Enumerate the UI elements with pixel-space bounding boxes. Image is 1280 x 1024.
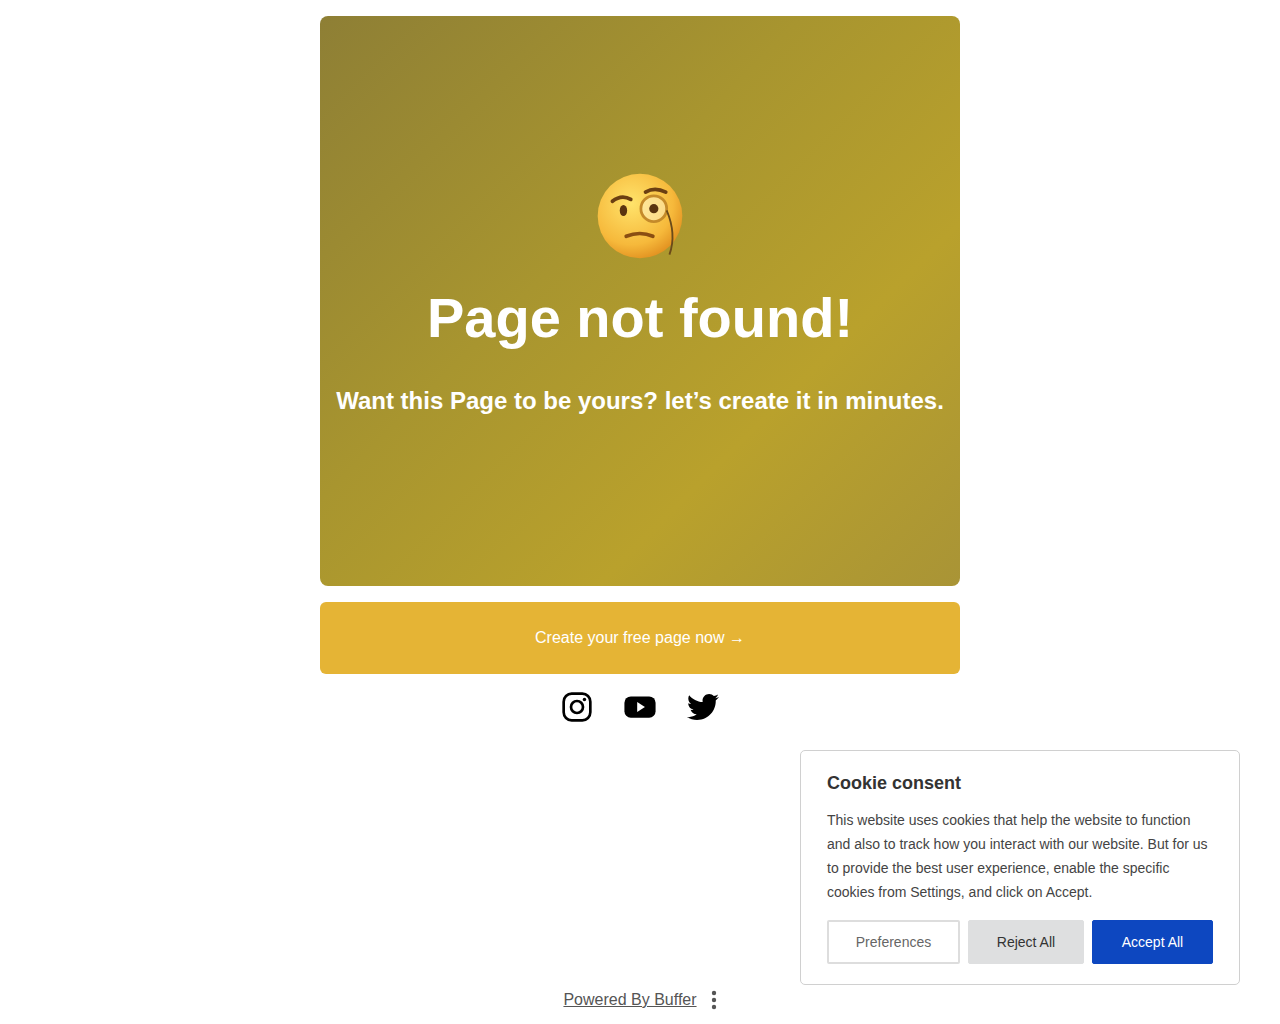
- content-column: Page not found! Want this Page to be you…: [320, 16, 960, 724]
- hero-card: Page not found! Want this Page to be you…: [320, 16, 960, 586]
- twitter-icon[interactable]: [687, 691, 719, 723]
- hero-subtitle: Want this Page to be yours? let’s create…: [336, 385, 944, 416]
- cookie-button[interactable]: Accept All: [1092, 920, 1213, 964]
- cookie-title: Cookie consent: [827, 773, 1213, 794]
- hero-title: Page not found!: [427, 284, 853, 351]
- create-page-button[interactable]: Create your free page now →: [320, 602, 960, 674]
- footer: Powered By Buffer: [563, 990, 716, 1010]
- cookie-dialog: Cookie consent This website uses cookies…: [800, 750, 1240, 985]
- instagram-icon[interactable]: [561, 691, 593, 723]
- cookie-button[interactable]: Preferences: [827, 920, 960, 964]
- cookie-buttons: PreferencesReject AllAccept All: [827, 920, 1213, 964]
- monocle-face-icon: [594, 170, 686, 262]
- page: Page not found! Want this Page to be you…: [0, 0, 1280, 1024]
- more-icon[interactable]: [711, 990, 717, 1010]
- powered-by-link[interactable]: Powered By Buffer: [563, 991, 696, 1009]
- cookie-button[interactable]: Reject All: [968, 920, 1084, 964]
- social-links: [320, 690, 960, 724]
- youtube-icon[interactable]: [623, 690, 657, 724]
- cookie-text: This website uses cookies that help the …: [827, 808, 1213, 904]
